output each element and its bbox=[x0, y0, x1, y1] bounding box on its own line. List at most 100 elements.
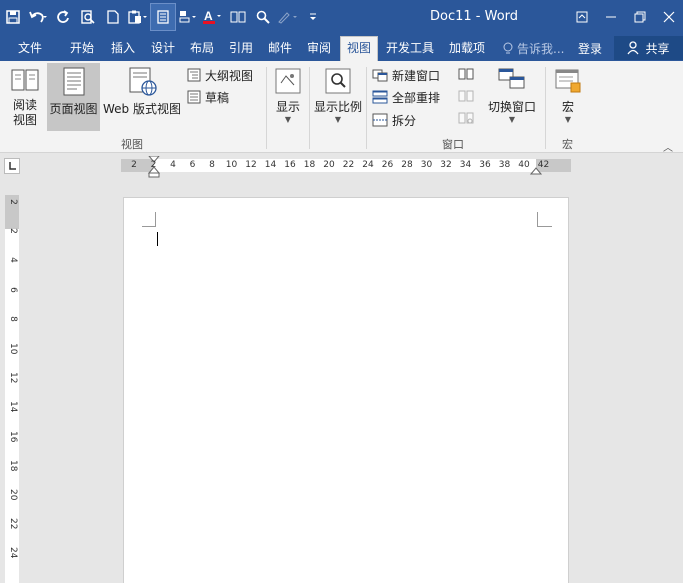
switch-windows-label: 切换窗口 bbox=[487, 100, 536, 114]
reset-window-position-icon[interactable] bbox=[458, 111, 474, 128]
web-layout-icon bbox=[129, 67, 157, 96]
ruler-tick-label: 20 bbox=[323, 160, 335, 170]
outline-label: 大纲视图 bbox=[205, 68, 254, 83]
tab-selector[interactable] bbox=[4, 158, 20, 174]
split-icon bbox=[372, 113, 388, 127]
tab-design[interactable]: 设计 bbox=[144, 37, 182, 61]
outline-button[interactable]: 大纲视图 bbox=[187, 65, 253, 85]
columns-icon[interactable] bbox=[226, 4, 250, 30]
ruler-tick-label: 2 bbox=[8, 199, 18, 205]
arrange-all-icon bbox=[372, 90, 388, 104]
ruler-tick-label: 30 bbox=[420, 160, 433, 170]
tab-developer[interactable]: 开发工具 bbox=[380, 37, 440, 61]
ruler-tick-label: 26 bbox=[381, 160, 394, 170]
split-button[interactable]: 拆分 bbox=[372, 110, 416, 130]
ruler-tick-label: 34 bbox=[459, 160, 472, 170]
tab-insert[interactable]: 插入 bbox=[104, 37, 142, 61]
lightbulb-icon bbox=[503, 42, 513, 54]
horizontal-ruler[interactable]: 2 2 4 6 8 10 12 14 16 18 20 22 24 26 28 30 32 34 36 38 40 42 bbox=[121, 156, 571, 178]
macros-group-label: 宏 bbox=[562, 138, 573, 151]
login-button[interactable]: 登录 bbox=[578, 40, 602, 57]
switch-windows-dropdown-icon: ▼ bbox=[508, 115, 516, 124]
person-icon bbox=[627, 41, 640, 55]
new-window-label: 新建窗口 bbox=[392, 68, 441, 83]
ruler-tick-label: 12 bbox=[8, 372, 18, 384]
web-layout-button[interactable]: Web 版式视图 bbox=[101, 65, 183, 133]
ruler-tick-label: 14 bbox=[8, 401, 18, 413]
show-label: 显示 bbox=[275, 100, 300, 114]
ribbon-separator bbox=[545, 67, 546, 149]
undo-icon[interactable] bbox=[26, 4, 50, 30]
zoom-button[interactable]: 显示比例 ▼ bbox=[312, 65, 364, 133]
tab-mailings[interactable]: 邮件 bbox=[261, 37, 299, 61]
switch-windows-button[interactable]: 切换窗口 ▼ bbox=[482, 65, 542, 133]
views-group-label: 视图 bbox=[121, 138, 143, 151]
web-layout-label: Web 版式视图 bbox=[103, 102, 181, 116]
new-document-icon[interactable] bbox=[101, 4, 125, 30]
draft-button[interactable]: 草稿 bbox=[187, 87, 229, 107]
tell-me-placeholder: 告诉我... bbox=[517, 42, 565, 56]
text-cursor bbox=[157, 232, 158, 246]
close-icon[interactable] bbox=[654, 0, 683, 33]
share-button[interactable]: 共享 bbox=[614, 36, 683, 60]
show-button[interactable]: 显示 ▼ bbox=[270, 65, 306, 133]
new-window-button[interactable]: 新建窗口 bbox=[372, 65, 440, 85]
print-layout-button[interactable]: 页面视图 bbox=[47, 63, 100, 131]
find-icon[interactable] bbox=[251, 4, 275, 30]
ribbon-display-options-icon[interactable] bbox=[567, 0, 596, 33]
macros-dropdown-icon: ▼ bbox=[564, 115, 572, 124]
macros-icon bbox=[555, 69, 581, 93]
tab-references[interactable]: 引用 bbox=[222, 37, 260, 61]
tab-file[interactable]: 文件 bbox=[8, 37, 52, 61]
customize-icon[interactable] bbox=[301, 4, 325, 30]
draft-label: 草稿 bbox=[205, 90, 230, 105]
minimize-icon[interactable] bbox=[596, 0, 625, 33]
read-mode-label: 阅读 视图 bbox=[12, 98, 37, 127]
tab-layout[interactable]: 布局 bbox=[183, 37, 221, 61]
vertical-ruler[interactable]: 2 2 4 6 8 10 12 14 16 18 20 22 24 bbox=[5, 195, 19, 583]
zoom-icon bbox=[325, 68, 351, 94]
switch-windows-icon bbox=[498, 68, 525, 89]
print-layout-icon bbox=[63, 67, 84, 96]
read-mode-icon bbox=[11, 69, 39, 91]
macros-button[interactable]: 宏 ▼ bbox=[550, 65, 586, 133]
ruler-tick-label: 24 bbox=[8, 547, 18, 559]
document-page[interactable] bbox=[123, 197, 569, 583]
ruler-tick-label: 12 bbox=[245, 160, 257, 170]
tab-review[interactable]: 审阅 bbox=[300, 37, 338, 61]
collapse-ribbon-icon[interactable]: ︿ bbox=[663, 139, 673, 154]
synchronous-scrolling-icon[interactable] bbox=[458, 89, 474, 106]
share-label: 共享 bbox=[645, 41, 670, 56]
quick-access-toolbar: A bbox=[0, 0, 325, 33]
show-icon bbox=[275, 68, 301, 94]
ribbon-tab-bar: 文件 开始 插入 设计 布局 引用 邮件 审阅 视图 开发工具 加载项 告诉我.… bbox=[0, 33, 683, 61]
font-color-icon[interactable]: A bbox=[201, 4, 225, 30]
tab-home[interactable]: 开始 bbox=[62, 37, 102, 61]
redo-icon[interactable] bbox=[51, 4, 75, 30]
restore-icon[interactable] bbox=[625, 0, 654, 33]
tab-addins[interactable]: 加载项 bbox=[442, 37, 492, 61]
view-side-by-side-icon[interactable] bbox=[458, 67, 474, 84]
print-preview-icon[interactable] bbox=[76, 4, 100, 30]
ruler-tick-label: 16 bbox=[284, 160, 296, 170]
ruler-tick-label: 6 bbox=[189, 160, 196, 170]
show-dropdown-icon: ▼ bbox=[284, 115, 292, 124]
ruler-tick-label: 42 bbox=[537, 160, 550, 170]
outline-icon bbox=[187, 68, 201, 82]
tab-view[interactable]: 视图 bbox=[340, 36, 378, 61]
format-painter-icon[interactable] bbox=[176, 4, 200, 30]
ruler-tick-label: 16 bbox=[8, 430, 18, 443]
tell-me-search[interactable]: 告诉我... bbox=[503, 40, 564, 57]
ruler-tick-label: 22 bbox=[8, 518, 18, 530]
paste-icon[interactable] bbox=[126, 4, 150, 30]
ruler-tick-label: 32 bbox=[440, 160, 452, 170]
arrange-all-button[interactable]: 全部重排 bbox=[372, 87, 440, 107]
ribbon-separator bbox=[309, 67, 310, 149]
svg-text:A: A bbox=[204, 9, 213, 23]
ruler-tick-label: 8 bbox=[209, 160, 215, 170]
arrange-all-label: 全部重排 bbox=[392, 90, 441, 105]
draw-icon[interactable] bbox=[276, 4, 300, 30]
read-mode-button[interactable]: 阅读 视图 bbox=[5, 65, 45, 133]
save-icon[interactable] bbox=[1, 4, 25, 30]
page-view-icon[interactable] bbox=[150, 2, 176, 31]
